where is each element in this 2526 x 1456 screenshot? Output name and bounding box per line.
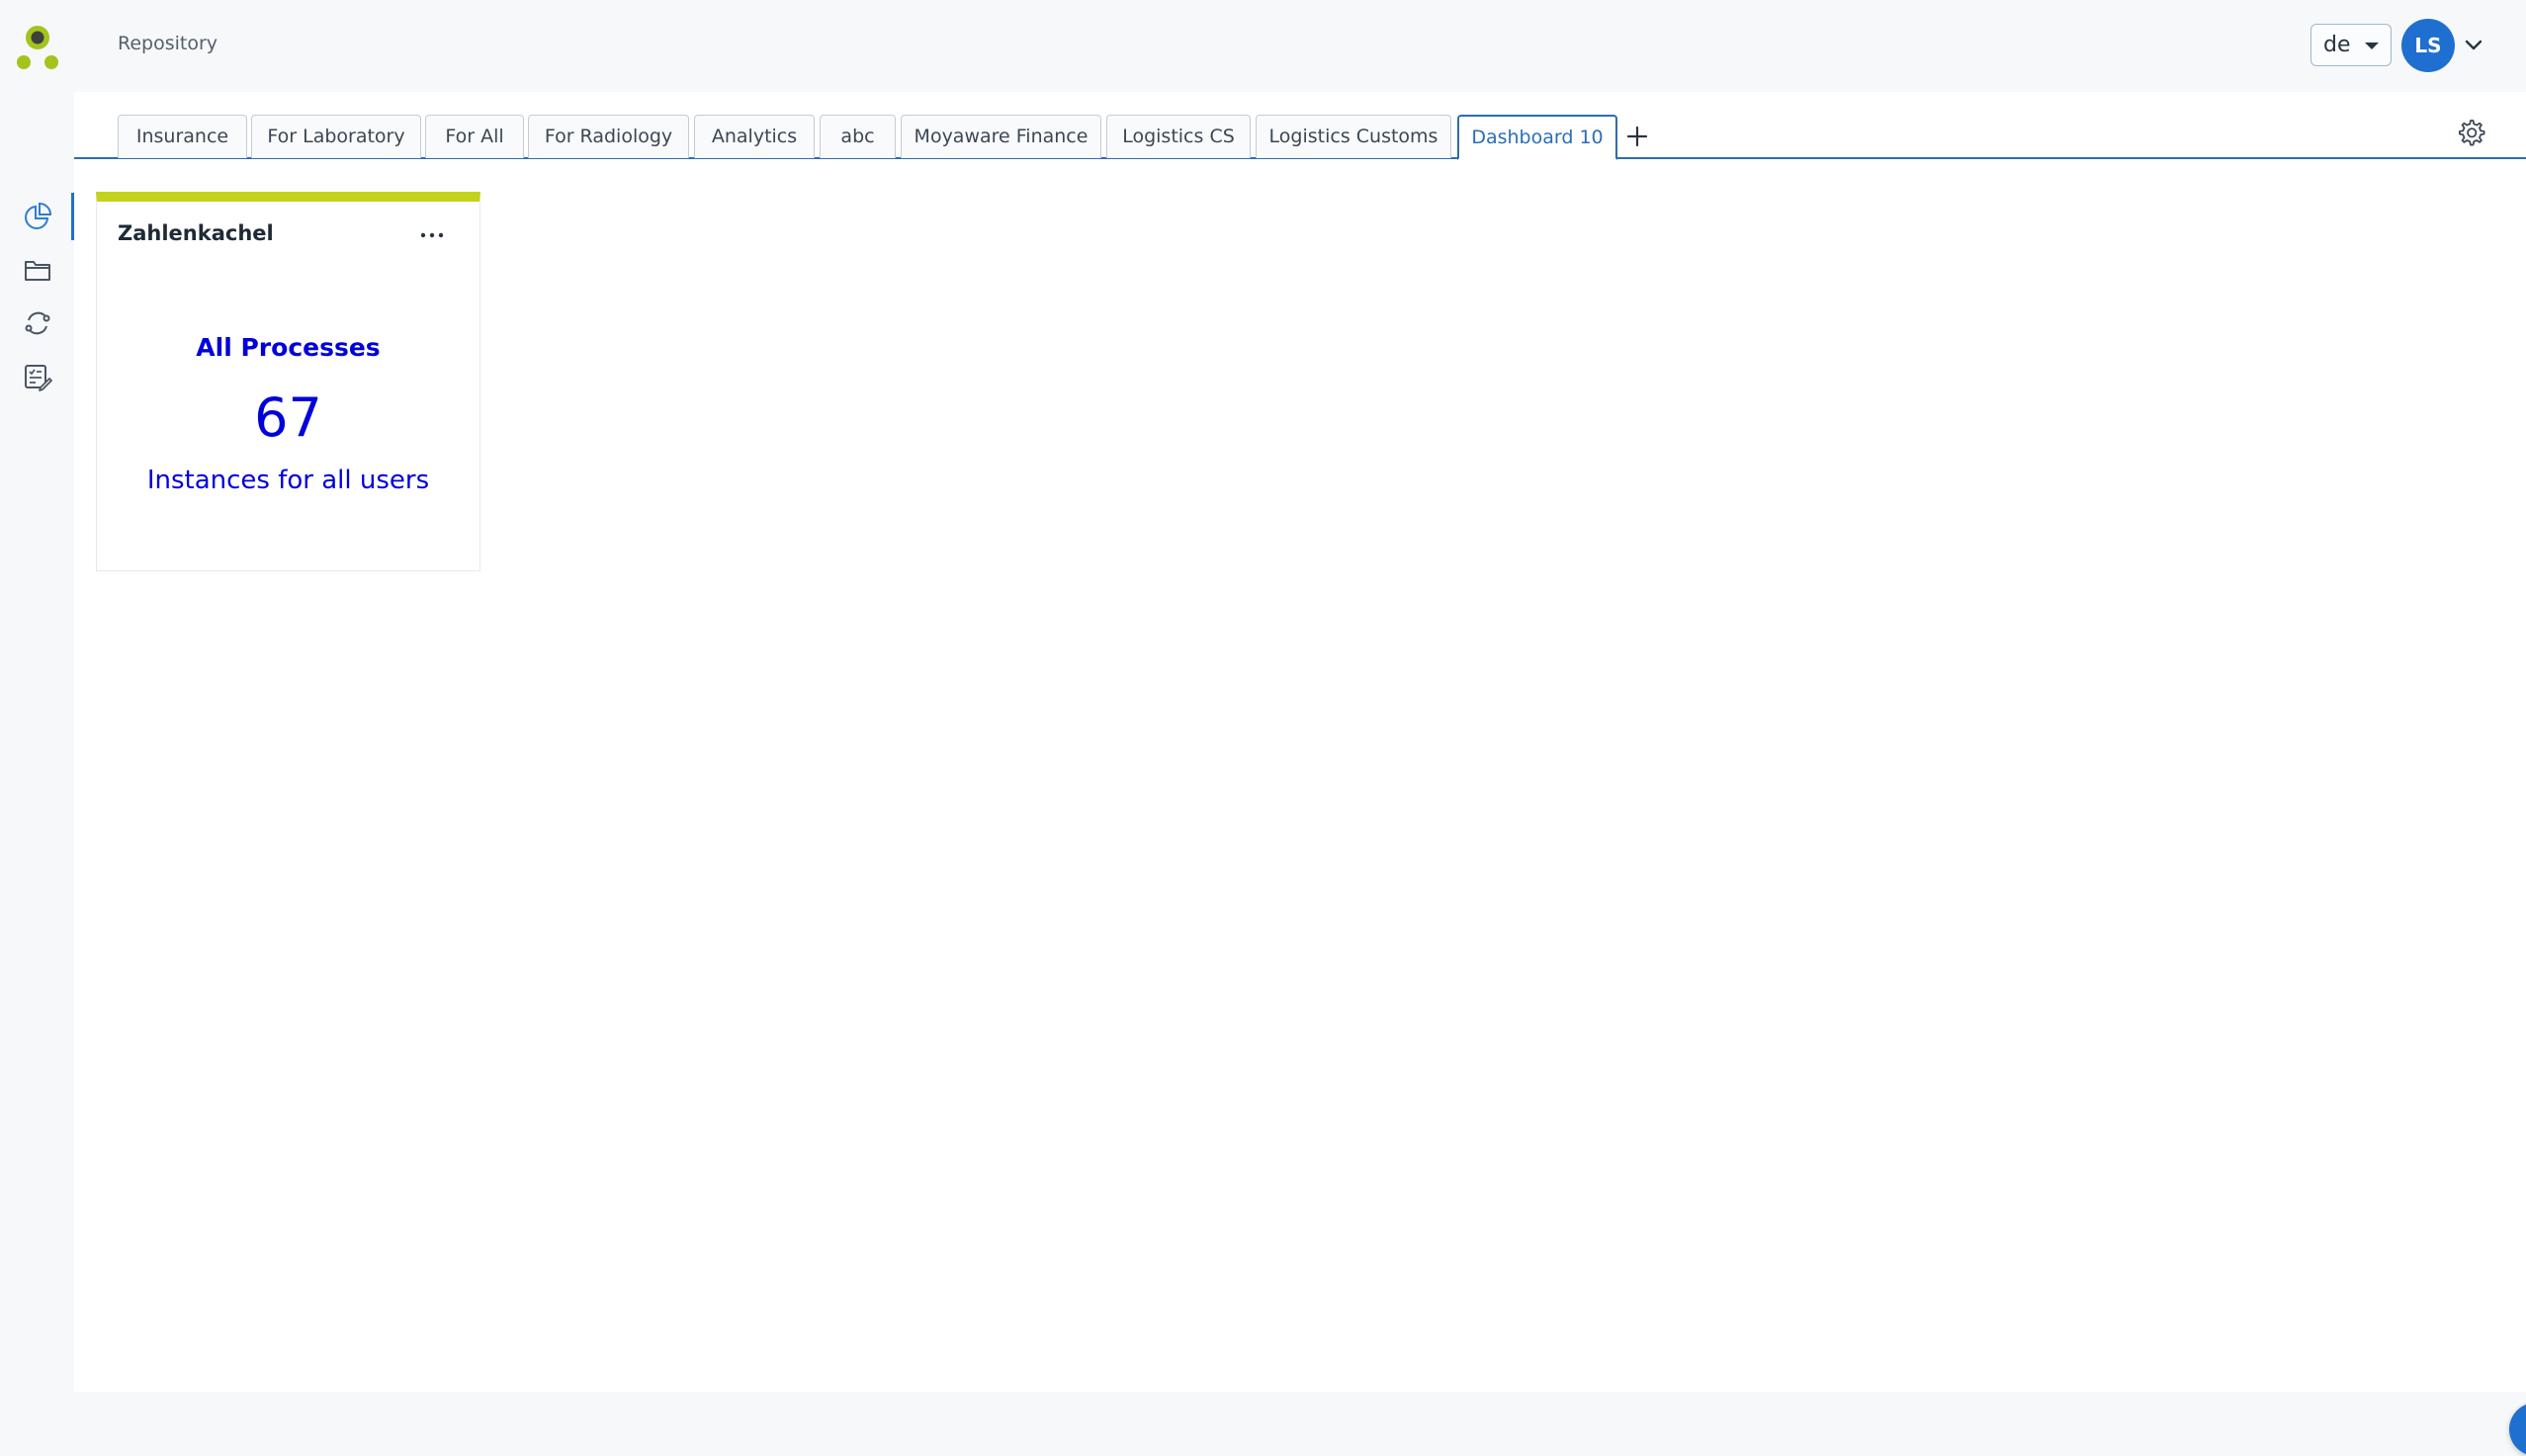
number-tile[interactable]: Zahlenkachel All Processes 67 Instances …	[96, 192, 480, 571]
main-content: Insurance For Laboratory For All For Rad…	[74, 92, 2526, 1456]
top-header: Repository de LS	[0, 0, 2526, 92]
tab-analytics[interactable]: Analytics	[694, 115, 815, 158]
add-tab-plus-icon[interactable]	[1623, 123, 1651, 150]
dashboard-settings-gear-icon[interactable]	[2455, 117, 2486, 148]
tab-for-laboratory[interactable]: For Laboratory	[251, 115, 421, 158]
tab-moyaware-finance[interactable]: Moyaware Finance	[901, 115, 1101, 158]
process-cycle-icon	[25, 311, 49, 335]
tab-for-radiology[interactable]: For Radiology	[528, 115, 689, 158]
sidebar-item-dashboards[interactable]	[0, 190, 74, 243]
dashboard-tabbar: Insurance For Laboratory For All For Rad…	[74, 92, 2526, 160]
tab-dashboard-10[interactable]: Dashboard 10	[1457, 115, 1617, 160]
task-checklist-icon	[24, 365, 52, 391]
tab-for-all[interactable]: For All	[425, 115, 524, 158]
breadcrumb[interactable]: Repository	[118, 30, 218, 57]
edit-dashboard-button[interactable]	[2509, 1403, 2526, 1456]
tab-logistics-customs[interactable]: Logistics Customs	[1256, 115, 1451, 158]
app-logo-icon[interactable]	[16, 24, 59, 71]
caret-down-icon	[2365, 43, 2379, 49]
sidebar-item-tasks[interactable]	[0, 350, 74, 403]
folder-icon	[24, 261, 50, 281]
sidebar-item-processes[interactable]	[0, 297, 74, 350]
tab-logistics-cs[interactable]: Logistics CS	[1106, 115, 1251, 158]
sidebar-item-repository[interactable]	[0, 243, 74, 297]
tab-insurance[interactable]: Insurance	[118, 115, 247, 158]
tile-title: Zahlenkachel	[118, 221, 274, 245]
chevron-down-icon[interactable]	[2462, 33, 2485, 56]
dashboard-chart-icon	[24, 202, 51, 229]
tile-heading: All Processes	[196, 333, 381, 362]
tab-abc[interactable]: abc	[820, 115, 896, 158]
more-options-icon[interactable]	[417, 225, 447, 245]
user-avatar[interactable]: LS	[2401, 19, 2455, 72]
tile-subtitle: Instances for all users	[146, 466, 430, 495]
pencil-icon	[2522, 1415, 2526, 1443]
language-select[interactable]: de	[2310, 24, 2392, 66]
language-select-value: de	[2323, 33, 2351, 57]
tile-value: 67	[254, 386, 322, 449]
sidebar	[0, 92, 74, 1392]
